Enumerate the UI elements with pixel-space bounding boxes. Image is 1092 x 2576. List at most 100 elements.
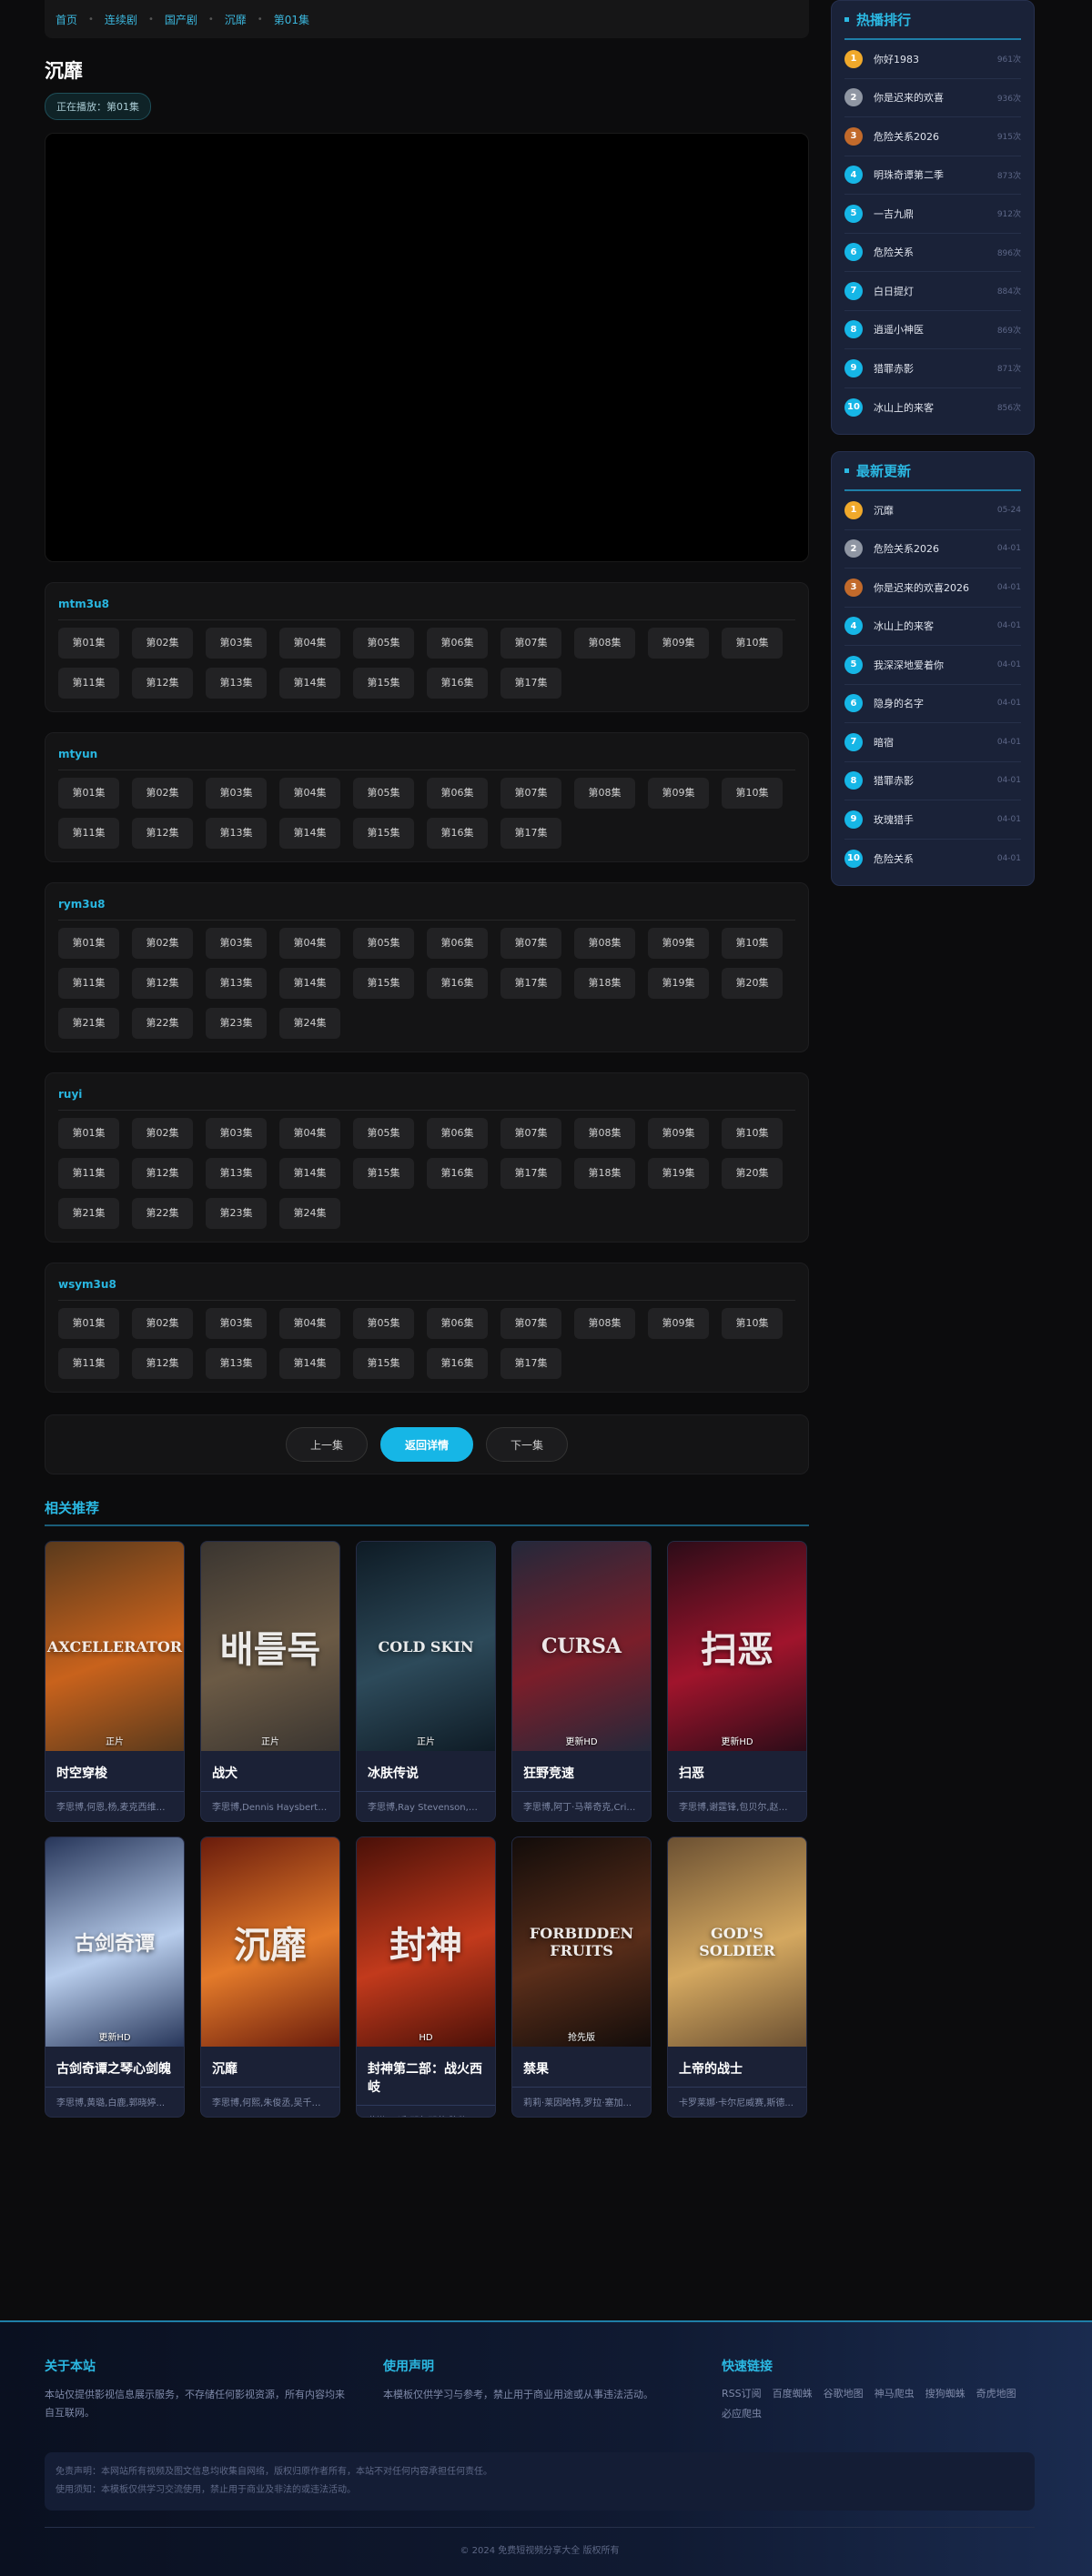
footer-link[interactable]: RSS订阅 (722, 2386, 762, 2400)
video-player[interactable] (45, 133, 809, 562)
episode-button[interactable]: 第12集 (132, 968, 193, 999)
episode-button[interactable]: 第04集 (279, 778, 340, 809)
episode-button[interactable]: 第04集 (279, 1118, 340, 1149)
episode-button[interactable]: 第06集 (427, 1118, 488, 1149)
breadcrumb-link[interactable]: 第01集 (274, 12, 309, 27)
episode-button[interactable]: 第08集 (574, 1118, 635, 1149)
rank-item[interactable]: 7 暗宿 04-01 (844, 723, 1021, 762)
episode-button[interactable]: 第03集 (206, 628, 267, 659)
episode-button[interactable]: 第13集 (206, 818, 267, 849)
episode-button[interactable]: 第10集 (722, 1308, 783, 1339)
episode-button[interactable]: 第18集 (574, 1158, 635, 1189)
episode-button[interactable]: 第06集 (427, 1308, 488, 1339)
episode-button[interactable]: 第23集 (206, 1198, 267, 1229)
episode-button[interactable]: 第07集 (500, 778, 561, 809)
episode-button[interactable]: 第10集 (722, 1118, 783, 1149)
episode-button[interactable]: 第08集 (574, 628, 635, 659)
episode-button[interactable]: 第03集 (206, 928, 267, 959)
episode-button[interactable]: 第13集 (206, 968, 267, 999)
rank-item[interactable]: 8 猎罪赤影 04-01 (844, 762, 1021, 800)
episode-button[interactable]: 第17集 (500, 668, 561, 699)
rank-item[interactable]: 5 我深深地爱着你 04-01 (844, 646, 1021, 685)
rank-item[interactable]: 7 白日提灯 884次 (844, 272, 1021, 311)
episode-button[interactable]: 第04集 (279, 928, 340, 959)
episode-button[interactable]: 第13集 (206, 1348, 267, 1379)
breadcrumb-link[interactable]: 首页 (56, 12, 77, 27)
footer-link[interactable]: 搜狗蜘蛛 (925, 2386, 966, 2400)
rank-item[interactable]: 3 你是迟来的欢喜2026 04-01 (844, 569, 1021, 608)
episode-button[interactable]: 第14集 (279, 1348, 340, 1379)
episode-button[interactable]: 第13集 (206, 668, 267, 699)
episode-button[interactable]: 第09集 (648, 1308, 709, 1339)
back-to-detail-button[interactable]: 返回详情 (379, 1427, 473, 1462)
episode-button[interactable]: 第01集 (58, 1308, 119, 1339)
episode-button[interactable]: 第14集 (279, 818, 340, 849)
episode-button[interactable]: 第03集 (206, 1308, 267, 1339)
rank-item[interactable]: 1 你好1983 961次 (844, 40, 1021, 79)
prev-episode-button[interactable]: 上一集 (285, 1427, 368, 1462)
related-card[interactable]: FORBIDDEN FRUITS 抢先版 禁果 莉莉·莱因哈特,罗拉·塞加... (511, 1836, 652, 2118)
rank-item[interactable]: 2 你是迟来的欢喜 936次 (844, 79, 1021, 117)
episode-button[interactable]: 第17集 (500, 818, 561, 849)
episode-button[interactable]: 第21集 (58, 1008, 119, 1039)
footer-link[interactable]: 谷歌地图 (824, 2386, 864, 2400)
episode-button[interactable]: 第14集 (279, 668, 340, 699)
episode-button[interactable]: 第07集 (500, 928, 561, 959)
episode-button[interactable]: 第07集 (500, 1118, 561, 1149)
episode-button[interactable]: 第02集 (132, 1308, 193, 1339)
episode-button[interactable]: 第08集 (574, 1308, 635, 1339)
episode-button[interactable]: 第24集 (279, 1008, 340, 1039)
episode-button[interactable]: 第16集 (427, 668, 488, 699)
episode-button[interactable]: 第11集 (58, 1158, 119, 1189)
episode-button[interactable]: 第08集 (574, 928, 635, 959)
episode-button[interactable]: 第08集 (574, 778, 635, 809)
related-card[interactable]: CURSA 更新HD 狂野竞速 李思博,阿丁·马蒂奇克,Crist... (511, 1541, 652, 1822)
episode-button[interactable]: 第07集 (500, 1308, 561, 1339)
episode-button[interactable]: 第20集 (722, 968, 783, 999)
episode-button[interactable]: 第17集 (500, 1348, 561, 1379)
episode-button[interactable]: 第06集 (427, 628, 488, 659)
episode-button[interactable]: 第02集 (132, 928, 193, 959)
related-card[interactable]: GOD'S SOLDIER 上帝的战士 卡罗莱娜·卡尔尼威赛,斯德... (667, 1836, 807, 2118)
related-card[interactable]: 배틀독 正片 战犬 李思博,Dennis Haysbert,... (200, 1541, 340, 1822)
related-card[interactable]: COLD SKIN 正片 冰肤传说 李思博,Ray Stevenson,大卫... (356, 1541, 496, 1822)
footer-link[interactable]: 百度蜘蛛 (773, 2386, 813, 2400)
episode-button[interactable]: 第15集 (353, 1348, 414, 1379)
episode-button[interactable]: 第02集 (132, 778, 193, 809)
episode-button[interactable]: 第04集 (279, 1308, 340, 1339)
episode-button[interactable]: 第06集 (427, 928, 488, 959)
episode-button[interactable]: 第01集 (58, 1118, 119, 1149)
rank-item[interactable]: 1 沉靡 05-24 (844, 491, 1021, 530)
rank-item[interactable]: 5 一吉九鼎 912次 (844, 195, 1021, 234)
episode-button[interactable]: 第23集 (206, 1008, 267, 1039)
episode-button[interactable]: 第09集 (648, 928, 709, 959)
episode-button[interactable]: 第14集 (279, 968, 340, 999)
rank-item[interactable]: 9 猎罪赤影 871次 (844, 349, 1021, 388)
related-card[interactable]: 封神 HD 封神第二部：战火西岐黄渤,于适,那尔那茜,陈牧驰... (356, 1836, 496, 2118)
episode-button[interactable]: 第17集 (500, 1158, 561, 1189)
episode-button[interactable]: 第03集 (206, 778, 267, 809)
episode-button[interactable]: 第11集 (58, 668, 119, 699)
episode-button[interactable]: 第05集 (353, 778, 414, 809)
episode-button[interactable]: 第01集 (58, 928, 119, 959)
episode-button[interactable]: 第09集 (648, 778, 709, 809)
episode-button[interactable]: 第11集 (58, 968, 119, 999)
rank-item[interactable]: 10 危险关系 04-01 (844, 840, 1021, 879)
rank-item[interactable]: 4 冰山上的来客 04-01 (844, 608, 1021, 646)
footer-link[interactable]: 神马爬虫 (875, 2386, 915, 2400)
related-card[interactable]: 古剑奇谭 更新HD 古剑奇谭之琴心剑魄 李思博,黄璐,白鹿,郭晓婷... (45, 1836, 185, 2118)
episode-button[interactable]: 第04集 (279, 628, 340, 659)
episode-button[interactable]: 第18集 (574, 968, 635, 999)
episode-button[interactable]: 第16集 (427, 968, 488, 999)
episode-button[interactable]: 第15集 (353, 668, 414, 699)
episode-button[interactable]: 第12集 (132, 1348, 193, 1379)
episode-button[interactable]: 第10集 (722, 928, 783, 959)
related-card[interactable]: 沉靡 沉靡 李思博,何熙,朱俊丞,吴千语... (200, 1836, 340, 2118)
rank-item[interactable]: 3 危险关系2026 915次 (844, 117, 1021, 156)
breadcrumb-link[interactable]: 国产剧 (165, 12, 197, 27)
episode-button[interactable]: 第05集 (353, 1118, 414, 1149)
episode-button[interactable]: 第06集 (427, 778, 488, 809)
episode-button[interactable]: 第10集 (722, 628, 783, 659)
episode-button[interactable]: 第15集 (353, 968, 414, 999)
episode-button[interactable]: 第24集 (279, 1198, 340, 1229)
